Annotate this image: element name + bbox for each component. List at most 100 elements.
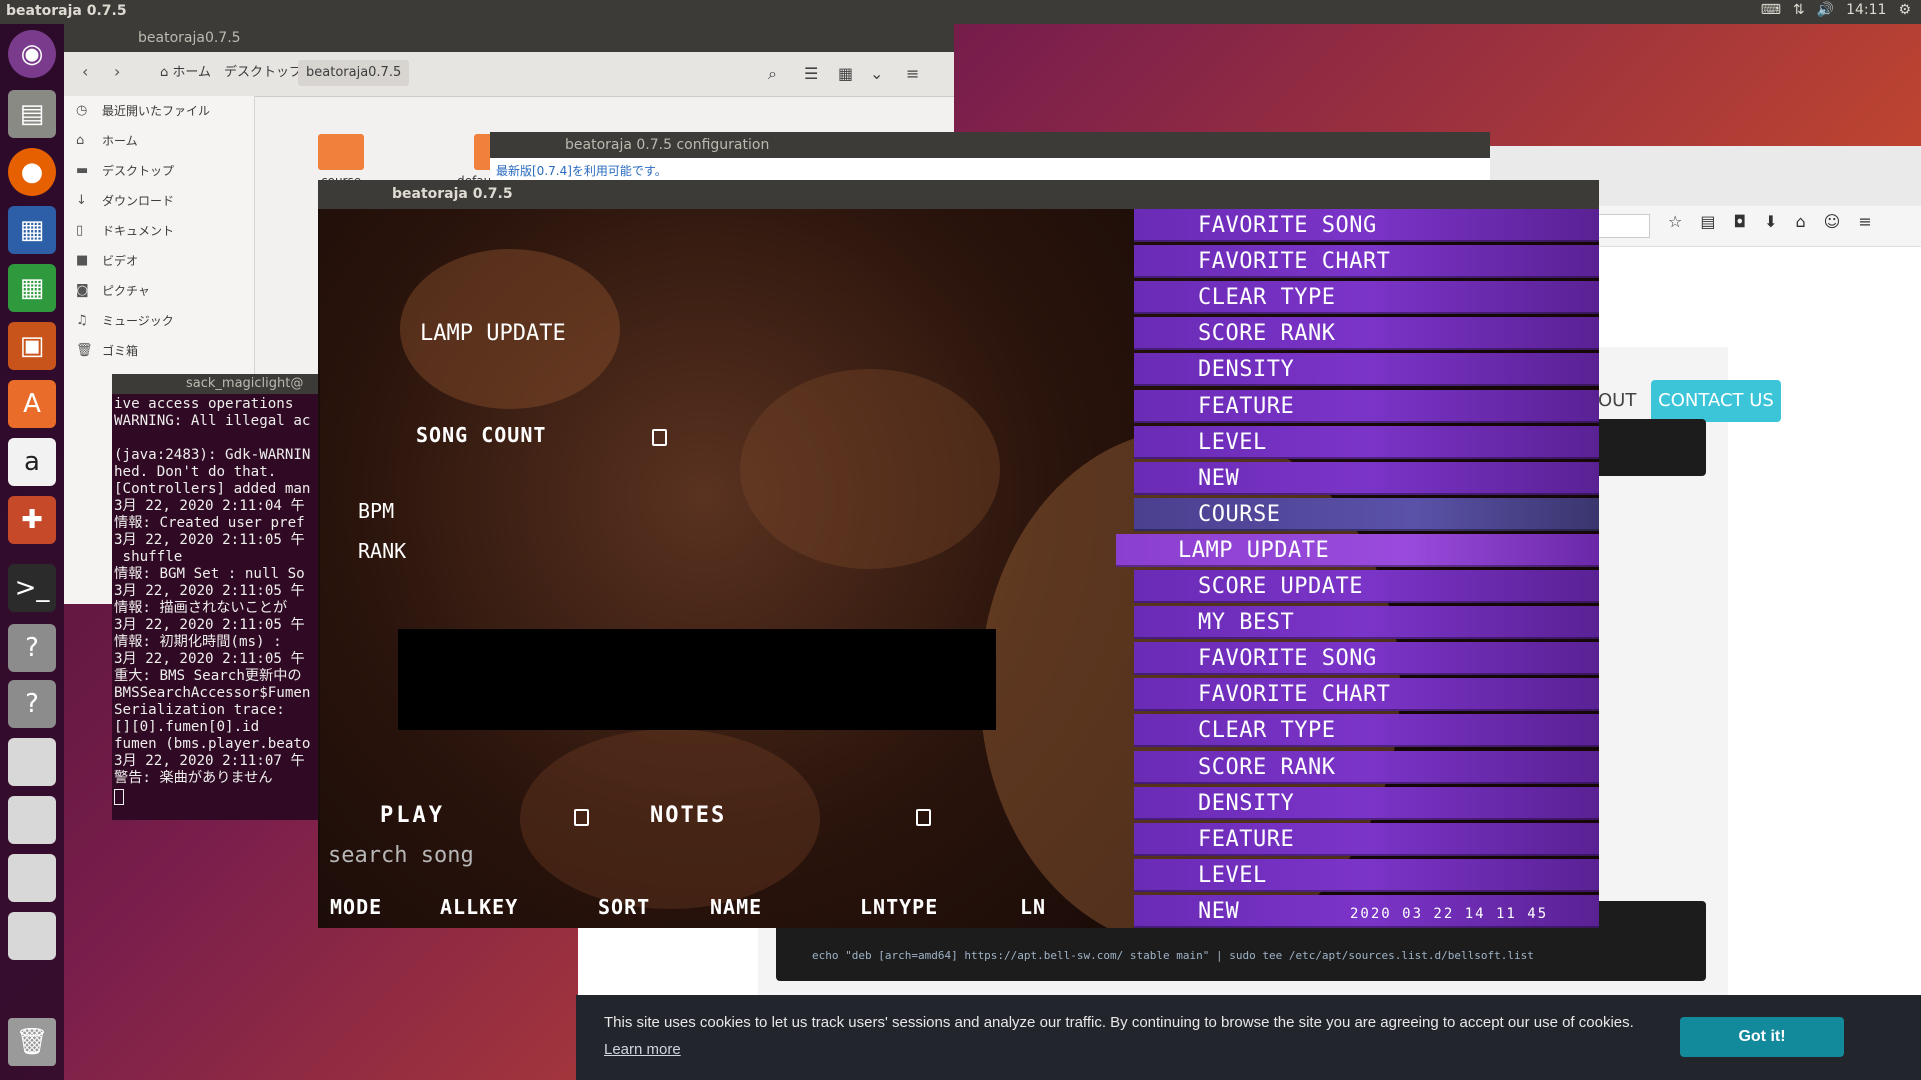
game-screen[interactable]: LAMP UPDATE SONG COUNT BPM RANK PLAY NOT… [320,209,1599,928]
song-list-label: FAVORITE CHART [1198,249,1391,275]
toolbar-icons[interactable]: ☆▤◘⬇⌂☺≡ [1668,212,1890,231]
song-list-item[interactable]: FAVORITE CHART [1134,245,1599,279]
song-list-item[interactable]: LEVEL [1134,425,1599,459]
song-list-item[interactable]: FAVORITE SONG [1134,209,1599,242]
calc-icon[interactable]: ▦ [8,264,56,312]
sidebar-item-pictures[interactable]: ◙ ピクチャ [64,276,254,306]
song-list-label: SCORE RANK [1198,321,1336,347]
song-list-item[interactable]: FEATURE [1134,822,1599,856]
breadcrumb-current[interactable]: beatoraja0.7.5 [298,60,410,86]
forward-icon[interactable]: › [114,62,120,81]
cookie-message: This site uses cookies to let us track u… [604,1009,1644,1063]
drive-icon[interactable] [8,912,56,960]
play-label: PLAY [380,803,445,828]
terminal-line: 情報: Created user pref [114,515,305,531]
sort-button[interactable]: SORT [598,895,650,919]
got-it-button[interactable]: Got it! [1680,1017,1844,1057]
song-list-item[interactable]: SCORE RANK [1134,317,1599,351]
ubuntu-dash-icon[interactable]: ◉ [8,30,56,78]
song-list-item[interactable]: DENSITY [1134,353,1599,387]
terminal-line: WARNING: All illegal ac [114,413,311,429]
breadcrumb-desktop[interactable]: デスクトップ [216,60,310,86]
terminal-line: (java:2483): Gdk-WARNIN [114,447,311,463]
search-icon[interactable]: ⌕ [768,64,777,84]
grid-view-icon[interactable]: ▦ [838,64,853,83]
sidebar-item-recent[interactable]: ◷ 最近開いたファイル [64,96,254,126]
song-list-item[interactable]: SCORE RANK [1134,750,1599,784]
lntype-button[interactable]: LNTYPE [860,895,938,919]
ln-button[interactable]: LN [1020,895,1046,919]
configuration-window: beatoraja 0.7.5 configuration 最新版[0.7.4]… [490,132,1490,182]
back-icon[interactable]: ‹ [82,62,88,81]
list-view-icon[interactable]: ☰ [804,64,818,83]
sidebar-item-videos[interactable]: ■ ビデオ [64,246,254,276]
unknown-app-icon[interactable]: ? [8,680,56,728]
camera-icon: ◙ [76,283,89,298]
drive-icon[interactable] [8,738,56,786]
files-icon[interactable]: ▤ [8,90,56,138]
song-list-label: NEW [1198,465,1240,491]
terminal-window[interactable]: sack_magiclight@ ive access operations WA… [112,374,320,820]
song-count-label: SONG COUNT [416,423,547,447]
notes-value [916,809,931,826]
notes-label: NOTES [650,803,727,828]
clock[interactable]: 14:11 [1846,2,1886,18]
menu-icon[interactable]: ≡ [906,64,919,83]
song-list-item[interactable]: FAVORITE SONG [1134,642,1599,676]
impress-icon[interactable]: ▣ [8,322,56,370]
trash-icon[interactable]: 🗑 [8,1018,56,1066]
song-list-label: CLEAR TYPE [1198,285,1336,311]
song-list-item[interactable]: NEW [1134,461,1599,495]
unknown-app-icon[interactable]: ? [8,624,56,672]
nav-about-link[interactable]: OUT [1598,390,1636,411]
chevron-down-icon[interactable]: ⌄ [870,64,883,83]
song-list-item[interactable]: SCORE UPDATE [1134,570,1599,603]
sidebar-item-desktop[interactable]: ▬ デスクトップ [64,156,254,186]
song-list-item[interactable]: CLEAR TYPE [1134,281,1599,315]
folder-icon[interactable] [318,134,364,170]
firefox-icon[interactable]: ● [8,148,56,196]
song-list-item[interactable]: MY BEST [1134,606,1599,640]
song-list[interactable]: FAVORITE SONG FAVORITE CHART CLEAR TYPE SCO… [1116,209,1599,928]
amazon-icon[interactable]: a [8,438,56,486]
sidebar-item-downloads[interactable]: ↓ ダウンロード [64,186,254,216]
download-icon: ↓ [76,193,87,208]
sidebar-item-music[interactable]: ♫ ミュージック [64,306,254,336]
network-icon[interactable]: ⇅ [1793,2,1805,18]
software-center-icon[interactable]: A [8,380,56,428]
active-window-title: beatoraja 0.7.5 [6,3,127,19]
search-input[interactable]: search song [328,843,474,868]
sidebar-item-documents[interactable]: ▯ ドキュメント [64,216,254,246]
terminal-line: 情報: BGM Set : null So [114,566,305,582]
gear-icon[interactable]: ⚙ [1898,2,1911,18]
song-list-item[interactable]: CLEAR TYPE [1134,714,1599,748]
song-list-label: MY BEST [1198,610,1295,636]
play-value [574,809,589,826]
keyboard-icon[interactable]: ⌨ [1761,2,1781,18]
terminal-line: 重大: BMS Search更新中の [114,668,302,684]
drive-icon[interactable] [8,854,56,902]
terminal-icon[interactable]: >_ [8,564,56,612]
song-list-item[interactable]: DENSITY [1134,786,1599,820]
name-sort-button[interactable]: NAME [710,895,762,919]
song-list-label: LAMP UPDATE [1178,537,1330,563]
song-list-item-selected[interactable]: LAMP UPDATE [1116,533,1599,567]
breadcrumb-home[interactable]: ⌂ ホーム [152,60,219,86]
folder-icon: ▬ [76,163,89,178]
writer-icon[interactable]: ▦ [8,206,56,254]
song-info-panel [398,629,996,730]
song-list-item[interactable]: FAVORITE CHART [1134,678,1599,712]
volume-icon[interactable]: 🔊 [1817,2,1834,18]
terminal-line: 3月 22, 2020 2:11:05 午 [114,617,305,633]
song-list-item[interactable]: FEATURE [1134,389,1599,423]
sidebar-item-trash[interactable]: 🗑 ゴミ箱 [64,336,254,366]
allkey-button[interactable]: ALLKEY [440,895,518,919]
drive-icon[interactable] [8,796,56,844]
mode-button[interactable]: MODE [330,895,382,919]
settings-icon[interactable]: ✚ [8,496,56,544]
learn-more-link[interactable]: Learn more [604,1041,681,1058]
sidebar-item-home[interactable]: ⌂ ホーム [64,126,254,156]
song-list-item[interactable]: LEVEL [1134,858,1599,892]
contact-us-button[interactable]: CONTACT US [1651,380,1781,422]
song-list-item[interactable]: COURSE [1134,497,1599,531]
